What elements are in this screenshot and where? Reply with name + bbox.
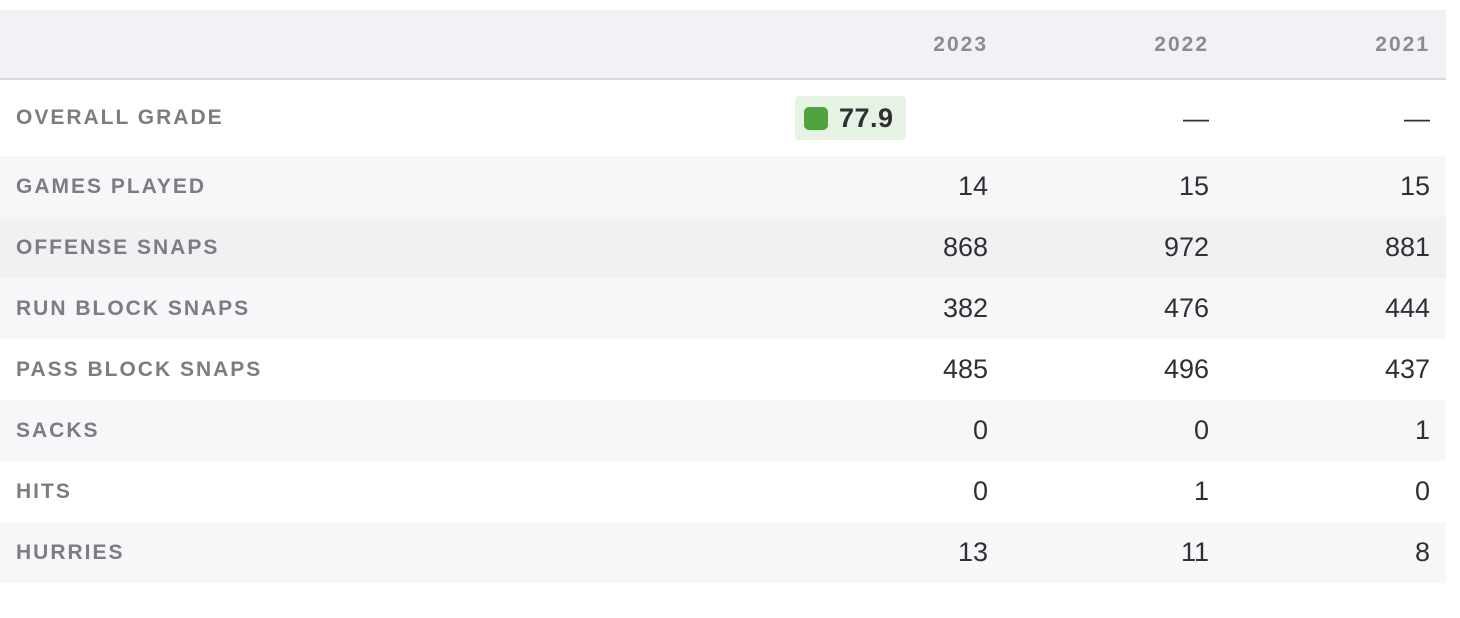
cell-value: 0: [972, 415, 988, 445]
table-header: 2023 2022 2021: [0, 10, 1446, 80]
cell-value: 382: [942, 293, 988, 323]
cell-value: 1: [1193, 476, 1209, 506]
cell-value: 444: [1384, 293, 1430, 323]
grade-badge: 77.9: [795, 96, 906, 140]
table-row-sacks: SACKS 0 0 1: [0, 400, 1446, 461]
cell-value: 14: [957, 171, 988, 201]
cell-value: 0: [1414, 476, 1430, 506]
stats-table: 2023 2022 2021 OVERALL GRADE 77.9 — — GA…: [0, 10, 1446, 583]
row-label: GAMES PLAYED: [16, 174, 207, 198]
cell-value: 485: [942, 354, 988, 384]
column-header-2022[interactable]: 2022: [1154, 10, 1209, 80]
cell-value: 437: [1384, 354, 1430, 384]
grade-color-indicator: [804, 106, 828, 130]
cell-value: 15: [1399, 171, 1430, 201]
cell-value: 0: [972, 476, 988, 506]
cell-value: 0: [1193, 415, 1209, 445]
column-header-2021[interactable]: 2021: [1375, 10, 1430, 80]
row-label: HITS: [16, 479, 72, 503]
grade-value: 77.9: [839, 102, 894, 133]
table-row-offense-snaps: OFFENSE SNAPS 868 972 881: [0, 217, 1446, 278]
row-label: HURRIES: [16, 540, 125, 564]
cell-value: 496: [1163, 354, 1209, 384]
row-label: SACKS: [16, 418, 100, 442]
cell-value: —: [1404, 102, 1430, 133]
table-row-run-block-snaps: RUN BLOCK SNAPS 382 476 444: [0, 278, 1446, 339]
row-label: OVERALL GRADE: [16, 106, 224, 129]
column-header-2023[interactable]: 2023: [933, 10, 988, 80]
cell-value: 868: [942, 232, 988, 262]
cell-value: 881: [1384, 232, 1430, 262]
cell-value: 8: [1414, 537, 1430, 567]
row-label: PASS BLOCK SNAPS: [16, 357, 263, 381]
cell-value: 476: [1163, 293, 1209, 323]
cell-value: 972: [1163, 232, 1209, 262]
cell-value: 13: [957, 537, 988, 567]
table-row-hurries: HURRIES 13 11 8: [0, 522, 1446, 583]
cell-value: 1: [1414, 415, 1430, 445]
cell-value: —: [1183, 102, 1209, 133]
cell-value: 15: [1178, 171, 1209, 201]
cell-value: 11: [1180, 537, 1209, 567]
row-label: OFFENSE SNAPS: [16, 235, 220, 259]
row-label: RUN BLOCK SNAPS: [16, 296, 251, 320]
table-row-games-played: GAMES PLAYED 14 15 15: [0, 156, 1446, 217]
table-row-hits: HITS 0 1 0: [0, 461, 1446, 522]
table-row-overall-grade: OVERALL GRADE 77.9 — —: [0, 80, 1446, 156]
table-row-pass-block-snaps: PASS BLOCK SNAPS 485 496 437: [0, 339, 1446, 400]
